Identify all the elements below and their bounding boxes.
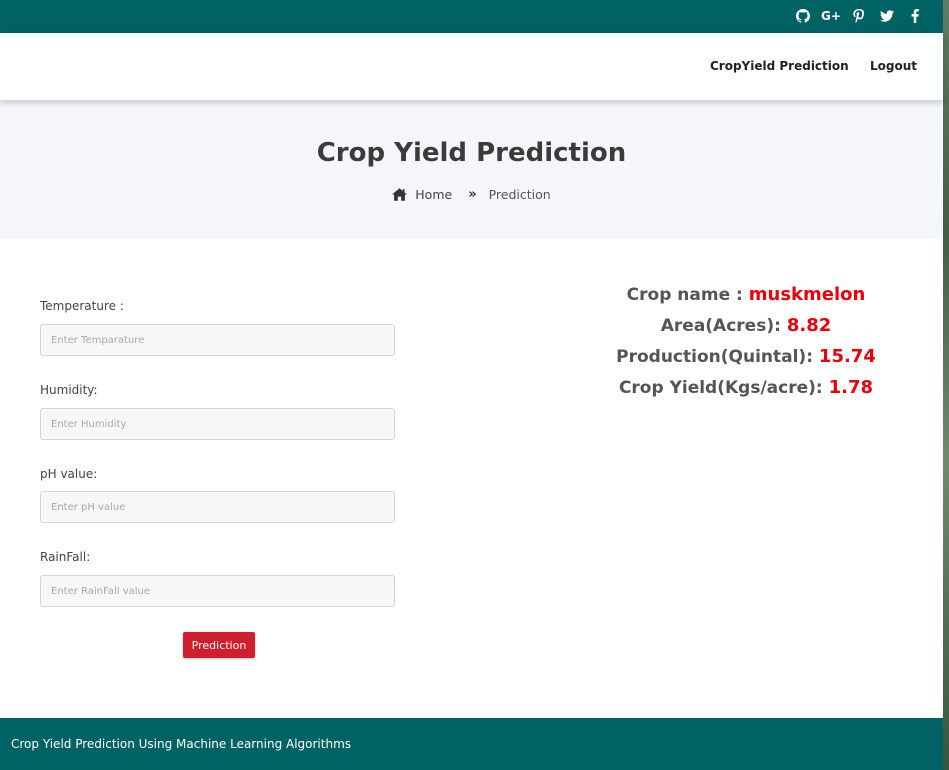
prediction-button[interactable]: Prediction: [183, 632, 255, 658]
rainfall-label: RainFall:: [40, 550, 91, 564]
result-yield-value: 1.78: [828, 377, 874, 398]
page-header: Crop Yield Prediction Home » Prediction: [0, 100, 943, 239]
result-area: Area(Acres): 8.82: [555, 314, 937, 345]
result-area-label: Area(Acres):: [660, 316, 787, 336]
result-crop-name: Crop name : muskmelon: [555, 283, 937, 314]
temperature-input[interactable]: [40, 324, 395, 356]
breadcrumb: Home » Prediction: [0, 187, 943, 202]
result-production-value: 15.74: [818, 346, 876, 367]
result-production: Production(Quintal): 15.74: [555, 345, 937, 376]
result-production-label: Production(Quintal):: [616, 347, 819, 367]
ph-label: pH value:: [40, 467, 98, 481]
temperature-label: Temperature :: [40, 299, 124, 313]
ph-input[interactable]: [40, 491, 395, 523]
breadcrumb-current: Prediction: [488, 187, 551, 202]
google-plus-icon[interactable]: G+: [817, 5, 845, 27]
background-edge: [943, 0, 949, 770]
page-title: Crop Yield Prediction: [316, 138, 627, 168]
home-icon: [392, 188, 408, 201]
github-icon[interactable]: [789, 5, 817, 27]
pinterest-icon[interactable]: [845, 5, 873, 27]
result-yield-label: Crop Yield(Kgs/acre):: [618, 378, 829, 398]
footer: Crop Yield Prediction Using Machine Lear…: [0, 718, 943, 770]
footer-text: Crop Yield Prediction Using Machine Lear…: [11, 737, 352, 751]
rainfall-input[interactable]: [40, 575, 395, 607]
humidity-input[interactable]: [40, 408, 395, 440]
facebook-icon[interactable]: [901, 5, 929, 27]
nav-link-cropyield-prediction[interactable]: CropYield Prediction: [710, 59, 849, 73]
breadcrumb-home-label: Home: [415, 187, 453, 202]
result-area-value: 8.82: [786, 315, 832, 336]
prediction-results: Crop name : muskmelon Area(Acres): 8.82 …: [555, 283, 937, 407]
chevron-double-right-icon: »: [468, 187, 477, 202]
twitter-icon[interactable]: [873, 5, 901, 27]
humidity-label: Humidity:: [40, 383, 98, 397]
breadcrumb-home[interactable]: Home: [392, 187, 452, 202]
result-yield: Crop Yield(Kgs/acre): 1.78: [555, 376, 937, 407]
social-links: G+: [789, 5, 929, 27]
navbar: CropYield Prediction Logout: [0, 33, 943, 100]
nav-link-logout[interactable]: Logout: [870, 59, 917, 73]
result-crop-label: Crop name :: [626, 285, 749, 305]
top-bar: G+: [0, 0, 943, 33]
result-crop-value: muskmelon: [748, 284, 866, 305]
